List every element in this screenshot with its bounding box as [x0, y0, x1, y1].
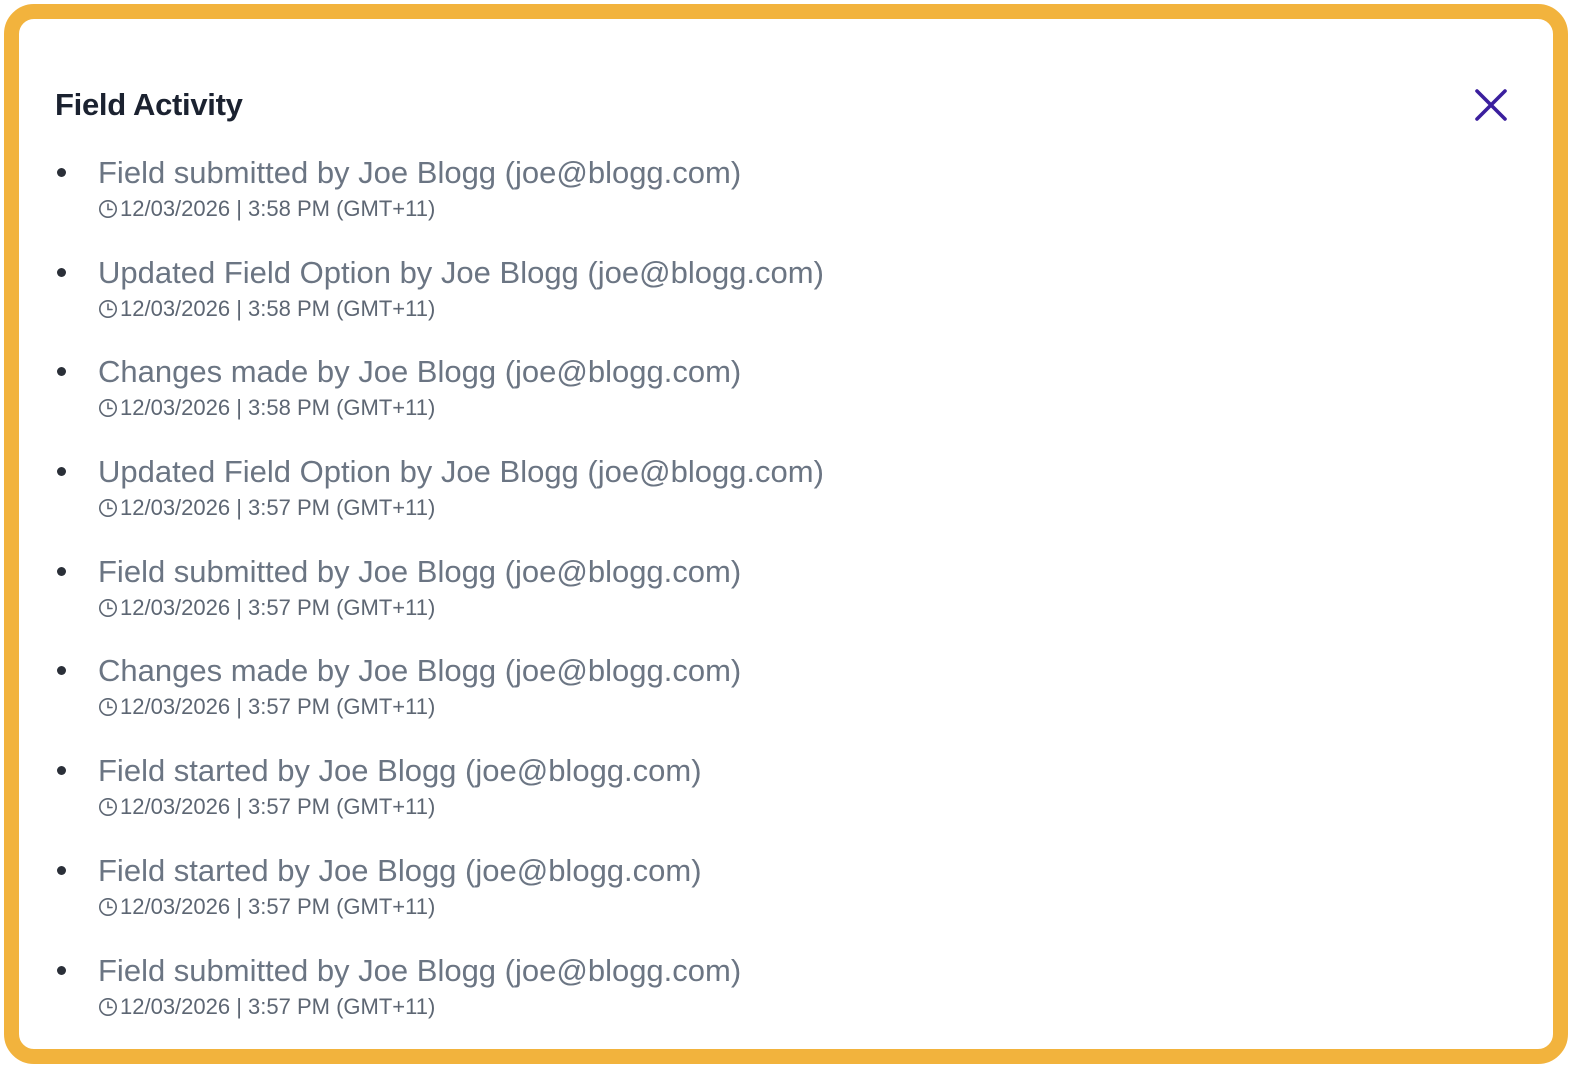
activity-timestamp-row: 12/03/2026 | 3:57 PM (GMT+11)	[98, 494, 1517, 522]
activity-description: Field submitted by Joe Blogg (joe@blogg.…	[98, 155, 742, 190]
list-item: Changes made by Joe Blogg (joe@blogg.com…	[55, 338, 1517, 438]
activity-timestamp-row: 12/03/2026 | 3:57 PM (GMT+11)	[98, 793, 1517, 821]
clock-icon	[99, 499, 117, 518]
clock-icon	[99, 997, 117, 1016]
field-activity-dialog: Field Activity Field submitted by Joe Bl…	[4, 4, 1568, 1064]
bullet-dot	[57, 865, 66, 875]
bullet-dot	[57, 467, 66, 477]
activity-list: Field submitted by Joe Blogg (joe@blogg.…	[55, 139, 1517, 1036]
bullet-dot	[57, 965, 66, 975]
list-item: Updated Field Option by Joe Blogg (joe@b…	[55, 239, 1517, 339]
activity-timestamp-row: 12/03/2026 | 3:57 PM (GMT+11)	[98, 693, 1517, 721]
activity-timestamp: 12/03/2026 | 3:57 PM (GMT+11)	[120, 495, 436, 521]
list-item: Field started by Joe Blogg (joe@blogg.co…	[55, 737, 1517, 837]
list-item: Field submitted by Joe Blogg (joe@blogg.…	[55, 538, 1517, 638]
activity-description: Updated Field Option by Joe Blogg (joe@b…	[98, 454, 824, 490]
list-item: Field submitted by Joe Blogg (joe@blogg.…	[55, 139, 1517, 239]
list-item: Field submitted by Joe Blogg (joe@blogg.…	[55, 937, 1517, 1037]
activity-description: Field started by Joe Blogg (joe@blogg.co…	[98, 753, 702, 789]
activity-timestamp-row: 12/03/2026 | 3:58 PM (GMT+11)	[98, 195, 1517, 223]
list-item: Updated Field Option by Joe Blogg (joe@b…	[55, 438, 1517, 538]
activity-timestamp: 12/03/2026 | 3:57 PM (GMT+11)	[120, 794, 436, 820]
activity-timestamp: 12/03/2026 | 3:58 PM (GMT+11)	[120, 196, 436, 221]
bullet-dot	[57, 666, 66, 676]
list-item: Changes made by Joe Blogg (joe@blogg.com…	[55, 637, 1517, 737]
clock-icon	[99, 399, 117, 418]
activity-description: Changes made by Joe Blogg (joe@blogg.com…	[98, 653, 742, 689]
activity-timestamp: 12/03/2026 | 3:58 PM (GMT+11)	[120, 295, 436, 321]
clock-icon	[99, 200, 117, 218]
bullet-dot	[57, 168, 66, 177]
activity-description: Field submitted by Joe Blogg (joe@blogg.…	[98, 553, 742, 589]
clock-icon	[99, 897, 117, 916]
activity-timestamp-row: 12/03/2026 | 3:57 PM (GMT+11)	[98, 993, 1517, 1021]
bullet-dot	[57, 267, 66, 277]
list-item: Field started by Joe Blogg (joe@blogg.co…	[55, 837, 1517, 937]
activity-timestamp: 12/03/2026 | 3:57 PM (GMT+11)	[120, 993, 436, 1019]
activity-timestamp-row: 12/03/2026 | 3:58 PM (GMT+11)	[98, 394, 1517, 422]
clock-icon	[99, 299, 117, 318]
close-button[interactable]	[1465, 79, 1517, 131]
activity-timestamp-row: 12/03/2026 | 3:57 PM (GMT+11)	[98, 893, 1517, 921]
bullet-dot	[57, 766, 66, 776]
activity-description: Field submitted by Joe Blogg (joe@blogg.…	[98, 952, 742, 988]
clock-icon	[99, 598, 117, 617]
activity-description: Changes made by Joe Blogg (joe@blogg.com…	[98, 354, 742, 390]
clock-icon	[99, 698, 117, 717]
clock-icon	[99, 798, 117, 817]
dialog-header: Field Activity	[55, 79, 1517, 139]
activity-timestamp-row: 12/03/2026 | 3:57 PM (GMT+11)	[98, 594, 1517, 622]
activity-description: Updated Field Option by Joe Blogg (joe@b…	[98, 254, 824, 290]
bullet-dot	[57, 367, 66, 377]
bullet-dot	[57, 566, 66, 576]
dialog-title: Field Activity	[55, 87, 243, 122]
activity-timestamp-row: 12/03/2026 | 3:58 PM (GMT+11)	[98, 295, 1517, 323]
activity-description: Field started by Joe Blogg (joe@blogg.co…	[98, 852, 702, 888]
activity-timestamp: 12/03/2026 | 3:58 PM (GMT+11)	[120, 395, 436, 421]
close-icon	[1475, 89, 1507, 121]
activity-timestamp: 12/03/2026 | 3:57 PM (GMT+11)	[120, 694, 436, 720]
activity-timestamp: 12/03/2026 | 3:57 PM (GMT+11)	[120, 594, 436, 620]
activity-timestamp: 12/03/2026 | 3:57 PM (GMT+11)	[120, 893, 436, 919]
